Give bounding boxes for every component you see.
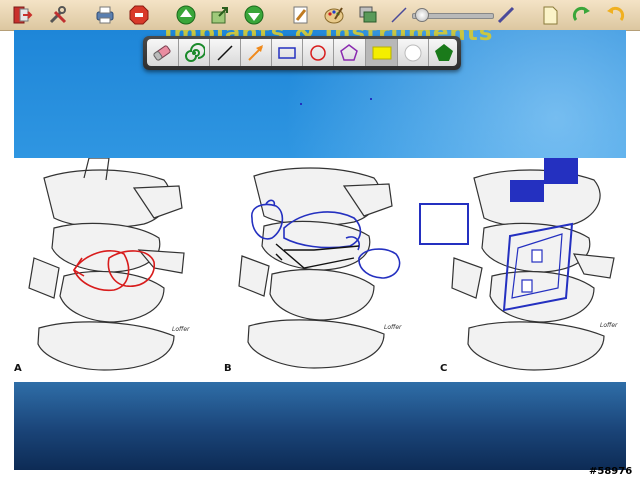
blank-page-icon[interactable] [538,3,562,27]
spine-panel-a [28,157,185,371]
spine-panel-b [238,167,393,369]
spine-illustration-figure: A B C Loffer Loffer Loffer [14,148,626,382]
illustrator-credit-b: Loffer [384,324,402,331]
drawing-palette [143,36,461,70]
tools-icon[interactable] [46,3,70,27]
line-tool[interactable] [210,39,240,66]
down-arrow-icon[interactable] [242,3,266,27]
spiral-icon [185,42,205,62]
green-fill-tool[interactable] [429,39,459,66]
stroke-width-slider[interactable] [412,8,494,22]
circle-tool[interactable] [303,39,333,66]
circle-icon [310,44,326,61]
pen-icon[interactable] [289,3,313,27]
spiral-tool[interactable] [179,39,209,66]
arrow-tool[interactable] [241,39,271,66]
redo-icon[interactable] [570,3,594,27]
eraser-tool[interactable] [147,39,177,66]
arrow-icon [248,44,263,61]
rectangle-tool[interactable] [272,39,302,66]
illustrator-credit-a: Loffer [172,326,190,333]
annotation-dot [300,103,302,105]
highlight-fill-tool[interactable] [367,39,397,66]
yellow-rectangle-icon [372,46,392,59]
up-arrow-icon[interactable] [174,3,198,27]
illustrator-credit-c: Loffer [600,322,618,329]
palette-icon[interactable] [322,3,346,27]
thin-line-icon[interactable] [387,3,411,27]
slider-handle[interactable] [415,8,430,22]
exit-icon[interactable] [10,3,34,27]
image-watermark: #58976 [589,466,633,477]
slide-footer-band [14,382,626,470]
stop-icon[interactable] [127,3,151,27]
undo-icon[interactable] [603,3,627,27]
thick-line-icon[interactable] [494,3,518,27]
panel-label-c: C [440,363,448,374]
polygon-icon [340,43,358,61]
spine-drawings [28,148,615,371]
rectangle-icon [278,46,296,59]
line-icon [217,44,233,61]
export-icon[interactable] [208,3,232,27]
top-toolbar [0,0,640,31]
presentation-slide[interactable]: Implants & Instruments [14,30,626,470]
panel-label-b: B [224,363,232,374]
polygon-tool[interactable] [334,39,364,66]
white-circle-icon [404,44,422,61]
layers-icon[interactable] [356,3,380,27]
white-fill-tool[interactable] [398,39,428,66]
print-icon[interactable] [93,3,117,27]
green-pentagon-icon [435,43,453,61]
annotation-dot [370,98,372,100]
eraser-icon [153,44,171,61]
panel-label-a: A [14,363,22,374]
